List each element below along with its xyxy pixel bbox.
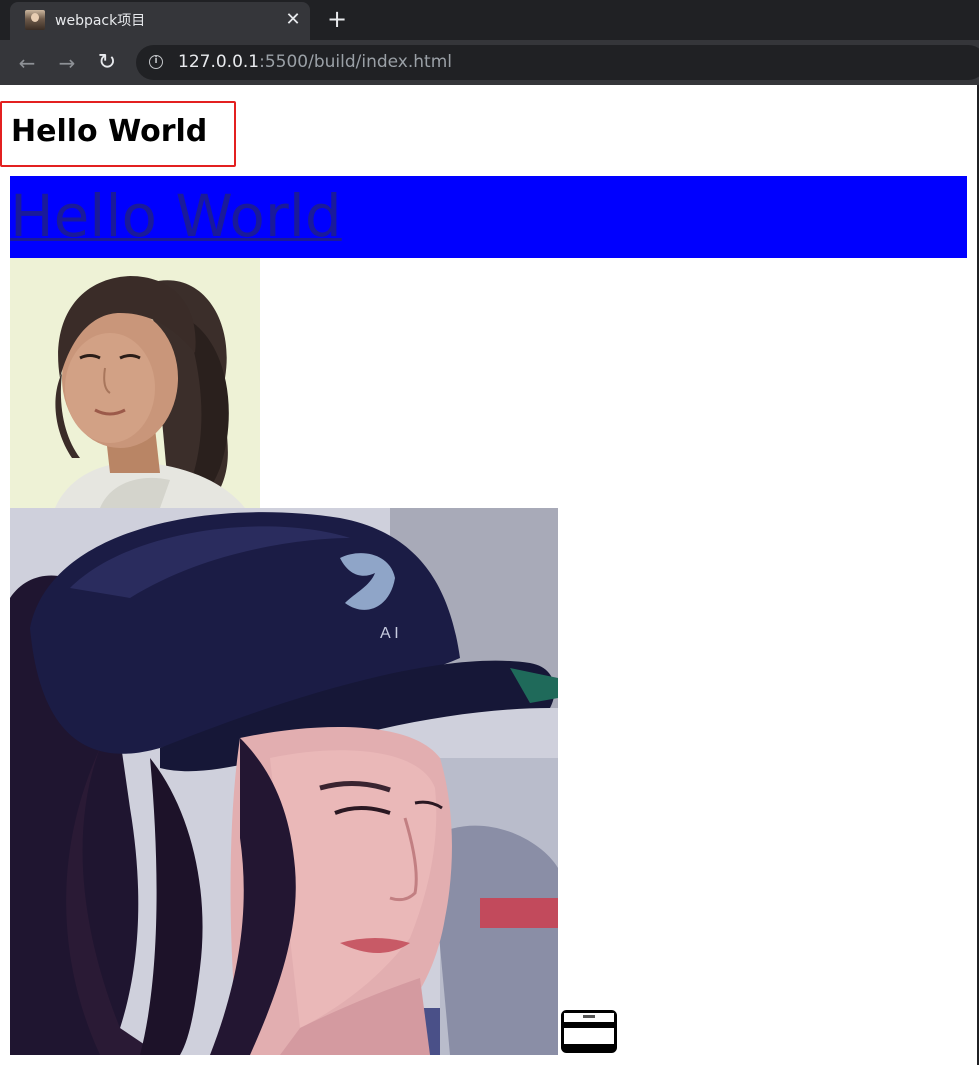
portrait-photo-ponytail bbox=[10, 258, 260, 508]
calendar-icon bbox=[561, 1010, 617, 1053]
url-path: :5500/build/index.html bbox=[259, 52, 452, 72]
forward-arrow-icon[interactable]: → bbox=[52, 48, 82, 78]
portrait-photo-cap-art: A I bbox=[10, 508, 558, 1055]
browser-tab[interactable]: webpack项目 ✕ bbox=[10, 2, 310, 40]
calendar-icon-art bbox=[561, 1010, 617, 1053]
favicon-icon bbox=[25, 10, 45, 30]
back-arrow-icon[interactable]: ← bbox=[12, 48, 42, 78]
portrait-photo-cap: A I bbox=[10, 508, 558, 1055]
browser-toolbar: ← → ↻ i 127.0.0.1:5500/build/index.html bbox=[0, 40, 979, 85]
cap-logo-letters: A I bbox=[380, 625, 399, 642]
address-bar[interactable]: i 127.0.0.1:5500/build/index.html bbox=[136, 45, 979, 80]
close-tab-icon[interactable]: ✕ bbox=[281, 8, 305, 32]
new-tab-icon[interactable]: + bbox=[322, 6, 352, 34]
tab-title: webpack项目 bbox=[55, 13, 146, 29]
portrait-photo-ponytail-art bbox=[10, 258, 260, 508]
page-heading: Hello World bbox=[11, 114, 208, 149]
info-icon[interactable]: i bbox=[149, 55, 163, 69]
browser-tabstrip: webpack项目 ✕ + bbox=[0, 0, 979, 40]
url-text: 127.0.0.1:5500/build/index.html bbox=[178, 52, 452, 72]
reload-icon[interactable]: ↻ bbox=[92, 48, 122, 78]
url-host: 127.0.0.1 bbox=[178, 52, 260, 72]
hello-world-link[interactable]: Hello World bbox=[10, 180, 342, 252]
